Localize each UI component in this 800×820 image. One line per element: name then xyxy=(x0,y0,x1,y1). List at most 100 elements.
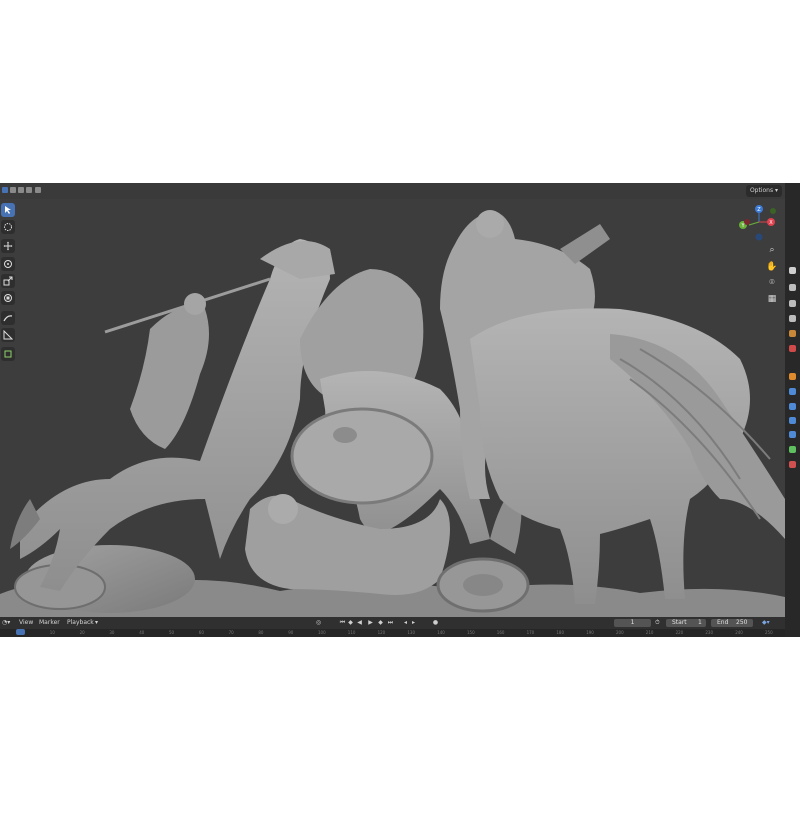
options-dropdown[interactable]: Options ▾ xyxy=(746,185,782,197)
blender-window: Options ▾ Z X Y ⌕ ✋ ⌾ ▦ ◔▾ View Marker P… xyxy=(0,183,800,637)
gizmo-neg-x-icon[interactable] xyxy=(744,219,750,225)
jump-end-icon[interactable]: ⏭ xyxy=(387,619,394,627)
select-box-tool[interactable] xyxy=(1,203,15,217)
editor-type-clock-icon[interactable]: ◔▾ xyxy=(2,617,10,629)
playhead[interactable] xyxy=(16,629,25,635)
prev-keyframe-icon[interactable]: ◆ xyxy=(347,619,354,627)
3d-viewport[interactable]: Z X Y ⌕ ✋ ⌾ ▦ xyxy=(0,199,785,617)
ruler-tick-label: 150 xyxy=(467,630,475,635)
ruler-tick-label: 110 xyxy=(347,630,356,635)
grid-icon: ▦ xyxy=(767,294,777,304)
ruler-tick-label: 220 xyxy=(675,630,684,635)
scale-icon xyxy=(3,276,13,286)
ruler-tick-label: 10 xyxy=(49,630,55,635)
object-icon[interactable] xyxy=(789,373,796,380)
move-icon xyxy=(3,241,13,251)
transform-tool[interactable] xyxy=(1,291,15,305)
ruler-tick-label: 140 xyxy=(437,630,445,635)
ruler-tick-label: 60 xyxy=(198,630,204,635)
annotate-icon xyxy=(3,315,13,322)
data-icon[interactable] xyxy=(789,446,796,453)
select-box-icon xyxy=(5,206,11,214)
constraints-icon[interactable] xyxy=(789,431,796,438)
particles-icon[interactable] xyxy=(789,403,796,410)
add-cube-tool[interactable] xyxy=(1,347,15,361)
gizmo-neg-y-icon[interactable] xyxy=(770,208,776,214)
select-mode-new-icon[interactable] xyxy=(2,187,8,193)
marker-menu[interactable]: Marker xyxy=(39,617,60,629)
ruler-tick-label: 50 xyxy=(169,630,175,635)
tool-icon[interactable] xyxy=(789,267,796,274)
auto-keying-icon[interactable]: ● xyxy=(432,619,439,627)
ruler-tick-label: 190 xyxy=(586,630,594,635)
play-icon[interactable]: ▶ xyxy=(367,619,374,627)
move-tool[interactable] xyxy=(1,239,15,253)
next-marker-icon[interactable]: ▸ xyxy=(410,619,417,627)
scale-tool[interactable] xyxy=(1,274,15,288)
select-mode-invert-icon[interactable] xyxy=(26,187,32,193)
timeline-editor: ◔▾ View Marker Playback ▾ ◎ ⏮ ◆ ◀ ▶ ◆ ⏭ … xyxy=(0,617,785,637)
prev-marker-icon[interactable]: ◂ xyxy=(402,619,409,627)
modifier-icon[interactable] xyxy=(789,388,796,395)
view-layer-icon[interactable] xyxy=(789,315,796,322)
scene-icon[interactable] xyxy=(789,330,796,337)
start-value: 1 xyxy=(698,619,702,626)
end-frame-field[interactable]: End 250 xyxy=(711,619,753,627)
camera-icon: ⌾ xyxy=(769,278,775,288)
transform-icon xyxy=(4,294,12,302)
render-icon[interactable] xyxy=(789,284,796,291)
ruler-tick-label: 20 xyxy=(79,630,85,635)
play-reverse-icon[interactable]: ◀ xyxy=(356,619,363,627)
viewport-header: Options ▾ xyxy=(0,183,785,199)
ruler-tick-label: 200 xyxy=(616,630,624,635)
start-label: Start xyxy=(672,619,687,626)
ruler-tick-label: 170 xyxy=(526,630,535,635)
playback-chevron-down-icon: ▾ xyxy=(95,619,99,626)
timeline-ruler[interactable]: 1102030405060708090100110120130140150160… xyxy=(0,629,785,637)
sculpted-battle-scene xyxy=(0,210,785,617)
rotate-tool[interactable] xyxy=(1,257,15,271)
select-mode-intersect-icon[interactable] xyxy=(35,187,41,193)
gizmo-z-label: Z xyxy=(757,207,761,213)
next-keyframe-icon[interactable]: ◆ xyxy=(377,619,384,627)
playback-menu[interactable]: Playback xyxy=(67,617,94,629)
properties-tab-strip xyxy=(785,183,800,637)
pan-hand-icon: ✋ xyxy=(766,262,778,272)
annotate-tool[interactable] xyxy=(1,311,15,325)
stopwatch-icon[interactable]: ⏱ xyxy=(655,617,660,629)
timeline-header: ◔▾ View Marker Playback ▾ ◎ ⏮ ◆ ◀ ▶ ◆ ⏭ … xyxy=(0,617,785,629)
ruler-tick-label: 40 xyxy=(139,630,145,635)
physics-icon[interactable] xyxy=(789,417,796,424)
ruler-tick-label: 30 xyxy=(109,630,115,635)
ortho-toggle-button[interactable]: ▦ xyxy=(765,292,779,306)
current-frame-field[interactable]: 1 xyxy=(614,619,651,627)
end-value: 250 xyxy=(736,619,748,626)
ruler-tick-label: 120 xyxy=(377,630,386,635)
cursor-icon xyxy=(4,223,12,231)
camera-view-button[interactable]: ⌾ xyxy=(765,276,779,290)
ruler-tick-label: 250 xyxy=(765,630,773,635)
jump-start-icon[interactable]: ⏮ xyxy=(339,619,346,627)
add-cube-icon xyxy=(4,350,12,358)
ruler-tick-label: 210 xyxy=(645,630,654,635)
keying-icon[interactable]: ◎ xyxy=(315,619,322,627)
world-icon[interactable] xyxy=(789,345,796,352)
navigation-gizmo[interactable]: Z X Y xyxy=(735,202,783,246)
zoom-icon: ⌕ xyxy=(769,245,775,255)
output-icon[interactable] xyxy=(789,300,796,307)
ruler-tick-label: 230 xyxy=(705,630,714,635)
measure-icon xyxy=(3,330,13,340)
gizmo-neg-z-icon[interactable] xyxy=(755,233,763,241)
render-layers-icon[interactable]: ◆▾ xyxy=(762,617,770,629)
select-mode-subtract-icon[interactable] xyxy=(18,187,24,193)
options-label: Options xyxy=(749,187,774,194)
material-icon[interactable] xyxy=(789,461,796,468)
measure-tool[interactable] xyxy=(1,328,15,342)
pan-button[interactable]: ✋ xyxy=(765,260,779,274)
select-mode-extend-icon[interactable] xyxy=(10,187,16,193)
start-frame-field[interactable]: Start 1 xyxy=(666,619,706,627)
zoom-button[interactable]: ⌕ xyxy=(765,243,779,257)
cursor-tool[interactable] xyxy=(1,220,15,234)
view-menu[interactable]: View xyxy=(19,617,33,629)
ruler-tick-label: 70 xyxy=(228,630,234,635)
